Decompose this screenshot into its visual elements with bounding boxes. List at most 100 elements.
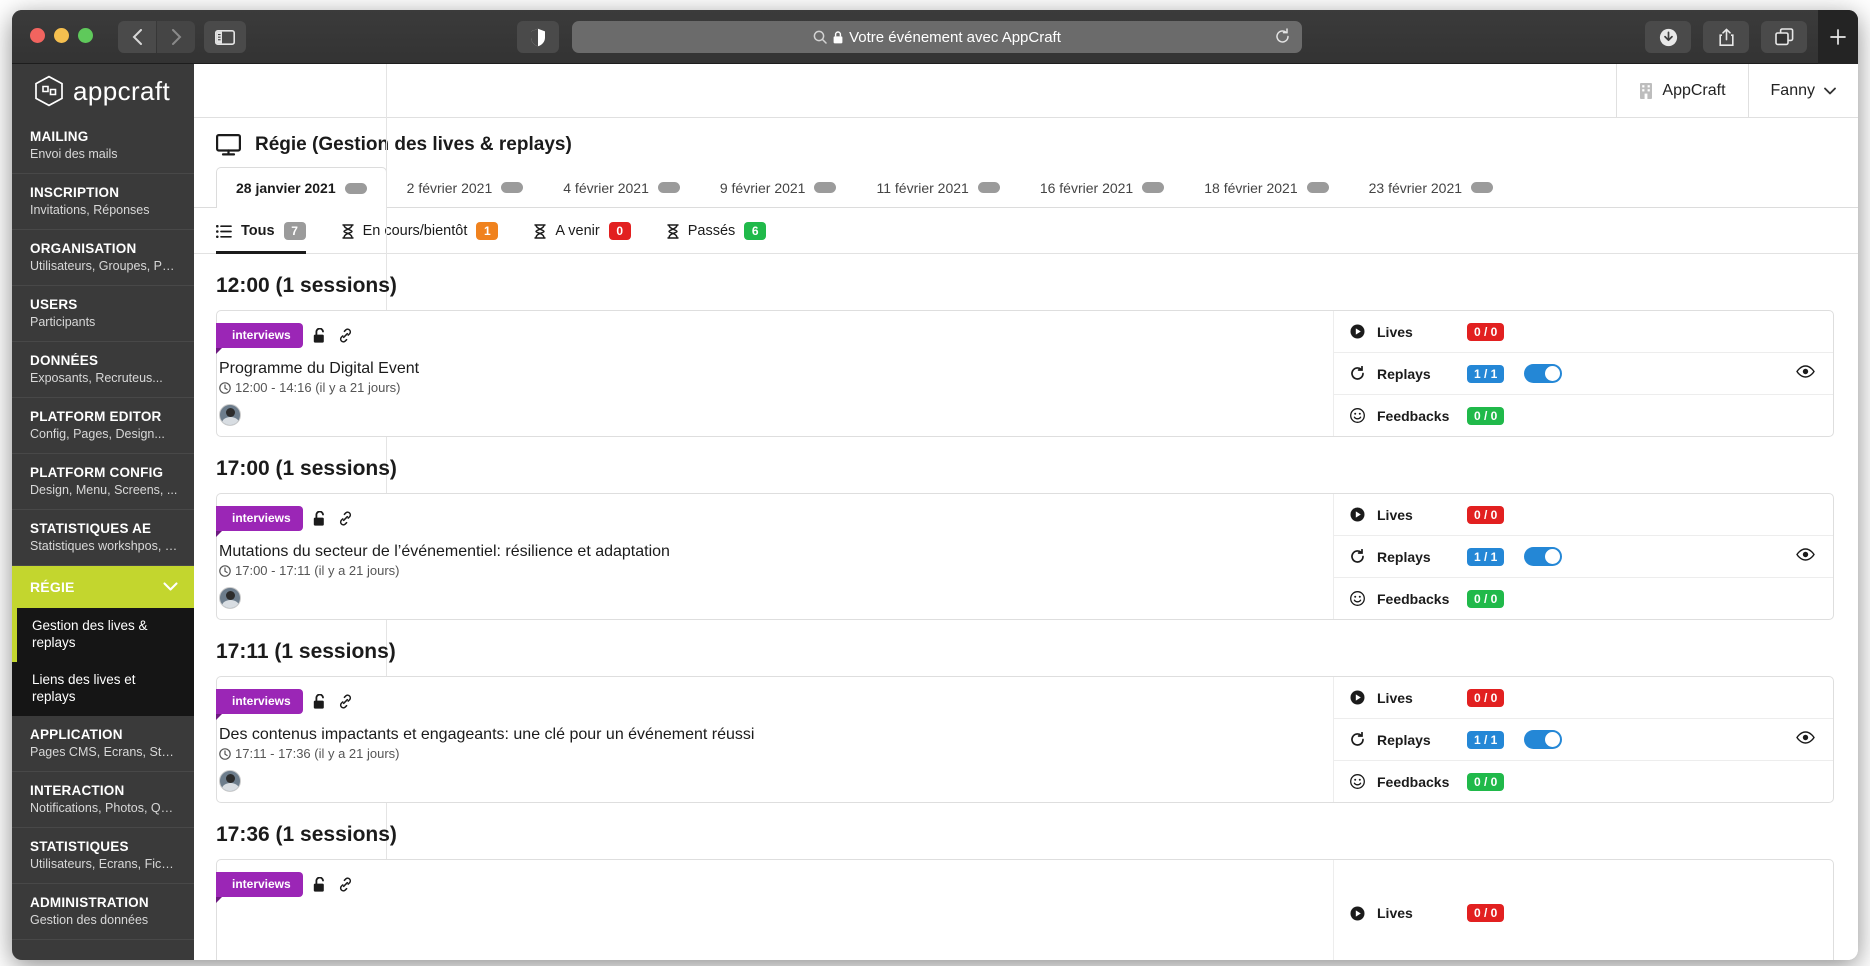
filter-tab-tous[interactable]: Tous 7	[216, 222, 306, 254]
date-tab-4-fevrier-2021[interactable]: 4 février 2021	[543, 167, 700, 207]
sessions-list[interactable]: 12:00 (1 sessions) interviews Programme …	[194, 254, 1858, 960]
date-tab-18-fevrier-2021[interactable]: 18 février 2021	[1184, 167, 1348, 207]
sidebar-item-regie[interactable]: RÉGIE	[12, 566, 194, 608]
sidebar-subitem-gestion-lives-replays[interactable]: Gestion des lives & replays	[12, 608, 194, 662]
user-name: Fanny	[1770, 81, 1815, 99]
address-bar[interactable]: Votre événement avec AppCraft	[572, 21, 1302, 53]
stat-row-lives: Lives 0 / 0	[1334, 860, 1833, 960]
tab-overview-button[interactable]	[1761, 21, 1807, 53]
link-icon[interactable]	[338, 877, 353, 892]
session-tag[interactable]: interviews	[216, 323, 303, 354]
time-slot-heading: 17:11 (1 sessions)	[216, 640, 396, 663]
stat-label: Replays	[1377, 731, 1431, 748]
download-icon	[1659, 28, 1677, 46]
unlock-icon[interactable]	[313, 876, 328, 893]
reload-button[interactable]	[1274, 28, 1291, 49]
link-icon[interactable]	[338, 511, 353, 526]
new-tab-button[interactable]	[1818, 10, 1858, 64]
avatar[interactable]	[219, 404, 241, 426]
main-content: AppCraft Fanny Régie (Gestion des lives …	[194, 64, 1858, 960]
avatar[interactable]	[219, 770, 241, 792]
tab-overview-icon	[1774, 28, 1793, 46]
org-selector[interactable]: AppCraft	[1616, 64, 1747, 118]
stat-label: Lives	[1377, 689, 1413, 706]
date-tab-9-fevrier-2021[interactable]: 9 février 2021	[700, 167, 857, 207]
session-title: Mutations du secteur de l’événementiel: …	[219, 543, 670, 560]
replay-visibility-toggle[interactable]	[1524, 547, 1563, 566]
share-button[interactable]	[1703, 21, 1749, 53]
sidebar-subnav-regie: Gestion des lives & replays Liens des li…	[12, 608, 194, 716]
session-tag[interactable]: interviews	[216, 689, 303, 720]
maximize-window-button[interactable]	[78, 28, 93, 43]
feedbacks-count-badge: 0 / 0	[1467, 772, 1505, 791]
unlock-icon[interactable]	[313, 693, 328, 710]
filter-tab-a-venir[interactable]: A venir 0	[534, 222, 631, 254]
stat-label: Lives	[1377, 905, 1413, 921]
sidebar-item-interaction[interactable]: INTERACTION Notifications, Photos, Quiz,…	[12, 772, 194, 828]
session-tag-row: interviews	[216, 689, 1333, 720]
unlock-icon[interactable]	[313, 510, 328, 527]
sidebar-item-statistiques[interactable]: STATISTIQUES Utilisateurs, Ecrans, Fichi…	[12, 828, 194, 884]
eye-icon[interactable]	[1796, 730, 1815, 749]
sidebar-item-administration[interactable]: ADMINISTRATION Gestion des données	[12, 884, 194, 940]
replay-visibility-toggle[interactable]	[1524, 730, 1563, 749]
eye-icon[interactable]	[1796, 547, 1815, 566]
session-title: Des contenus impactants et engageants: u…	[219, 726, 755, 743]
session-card[interactable]: interviews Des contenus impactants et en…	[216, 676, 1834, 803]
smiley-icon	[1350, 774, 1365, 789]
eye-icon[interactable]	[1796, 364, 1815, 383]
session-tag[interactable]: interviews	[216, 872, 303, 903]
replay-visibility-toggle[interactable]	[1524, 364, 1563, 383]
date-tab-16-fevrier-2021[interactable]: 16 février 2021	[1020, 167, 1184, 207]
sidebar-item-donnees[interactable]: DONNÉES Exposants, Recruteus...	[12, 342, 194, 398]
sidebar-item-statistiques-ae[interactable]: STATISTIQUES AE Statistiques workshpos, …	[12, 510, 194, 566]
date-tab-23-fevrier-2021[interactable]: 23 février 2021	[1349, 167, 1513, 207]
date-tab-11-fevrier-2021[interactable]: 11 février 2021	[856, 167, 1019, 207]
session-card[interactable]: interviews Mutations du secteur de l’évé…	[216, 493, 1834, 620]
session-tag[interactable]: interviews	[216, 506, 303, 537]
avatar[interactable]	[219, 587, 241, 609]
date-tab-label: 28 janvier 2021	[236, 180, 336, 196]
session-card[interactable]: interviews Lives 0 / 0	[216, 859, 1834, 960]
user-menu[interactable]: Fanny	[1747, 64, 1858, 118]
forward-button[interactable]	[157, 21, 195, 53]
minimize-window-button[interactable]	[54, 28, 69, 43]
application-body: appcraft MAILING Envoi des mails INSCRIP…	[12, 64, 1858, 960]
sidebar-toggle-button[interactable]	[204, 21, 246, 53]
stat-label: Feedbacks	[1377, 773, 1450, 790]
filter-tab-passes[interactable]: Passés 6	[667, 222, 767, 254]
sidebar-item-platform-config[interactable]: PLATFORM CONFIG Design, Menu, Screens, .…	[12, 454, 194, 510]
link-icon[interactable]	[338, 694, 353, 709]
session-time: 17:00 - 17:11 (il y a 21 jours)	[219, 563, 1333, 578]
sidebar-items-bottom: APPLICATION Pages CMS, Ecrans, Styles,..…	[12, 716, 194, 940]
play-circle-icon	[1350, 690, 1365, 705]
date-tab-28-janvier-2021[interactable]: 28 janvier 2021	[216, 167, 387, 208]
sidebar-item-users[interactable]: USERS Participants	[12, 286, 194, 342]
session-card[interactable]: interviews Programme du Digital Event 12…	[216, 310, 1834, 437]
sidebar-item-application[interactable]: APPLICATION Pages CMS, Ecrans, Styles,..…	[12, 716, 194, 772]
date-tab-2-fevrier-2021[interactable]: 2 février 2021	[387, 167, 544, 207]
sidebar-item-mailing[interactable]: MAILING Envoi des mails	[12, 118, 194, 174]
unlock-icon[interactable]	[313, 327, 328, 344]
filter-tab-en-cours-bientot[interactable]: En cours/bientôt 1	[341, 222, 499, 254]
sidebar-item-organisation[interactable]: ORGANISATION Utilisateurs, Groupes, Prog…	[12, 230, 194, 286]
hourglass-icon	[534, 223, 547, 239]
stat-row-feedbacks: Feedbacks 0 / 0	[1334, 761, 1833, 802]
back-button[interactable]	[118, 21, 156, 53]
chevron-down-icon	[1824, 87, 1836, 94]
downloads-button[interactable]	[1645, 21, 1691, 53]
stat-label: Lives	[1377, 506, 1413, 523]
sidebar-item-platform-editor[interactable]: PLATFORM EDITOR Config, Pages, Design...	[12, 398, 194, 454]
session-tag-row: interviews	[216, 323, 1333, 354]
clock-icon	[219, 564, 231, 577]
close-window-button[interactable]	[30, 28, 45, 43]
filter-tab-label: A venir	[555, 223, 600, 239]
sidebar-subitem-liens-lives-replays[interactable]: Liens des lives et replays	[12, 662, 194, 716]
appcraft-logo[interactable]: appcraft	[12, 64, 194, 118]
org-name: AppCraft	[1662, 81, 1726, 99]
sidebar-item-inscription[interactable]: INSCRIPTION Invitations, Réponses	[12, 174, 194, 230]
privacy-report-button[interactable]	[517, 21, 559, 53]
browser-window: Votre événement avec AppCraft appcraft M…	[12, 10, 1858, 960]
lives-count-badge: 0 / 0	[1467, 904, 1505, 922]
link-icon[interactable]	[338, 328, 353, 343]
